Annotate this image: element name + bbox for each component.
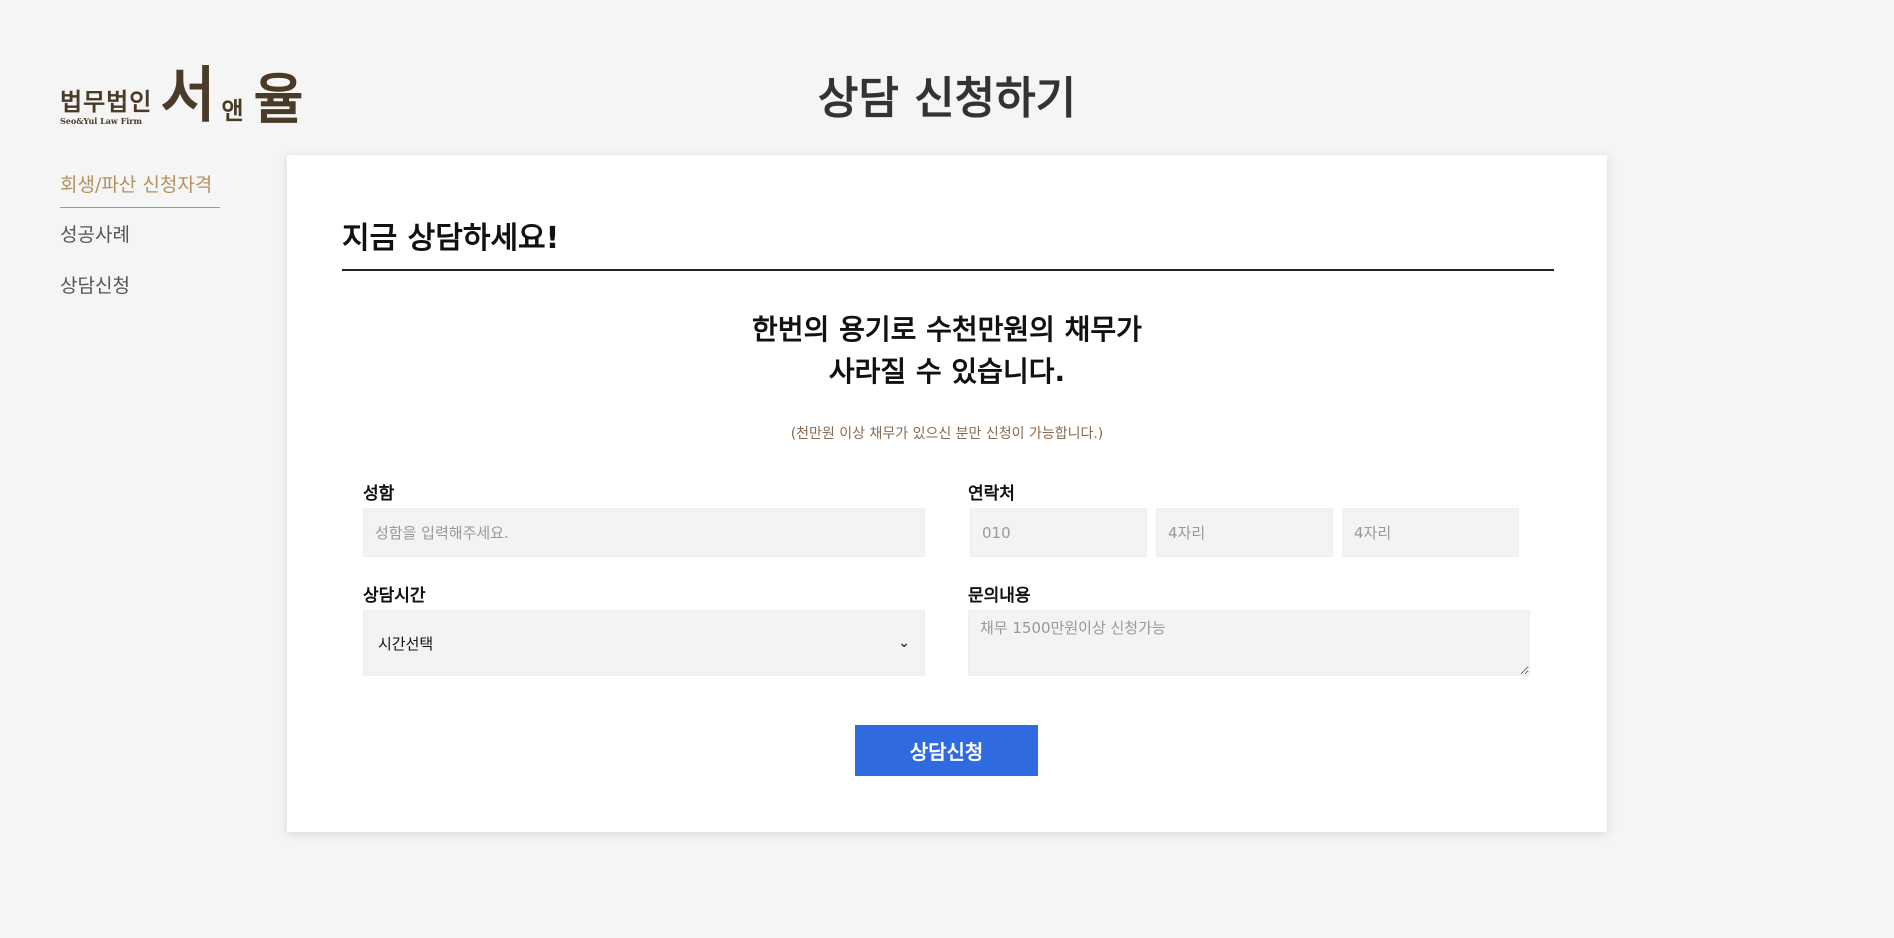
- chevron-down-icon: ⌄: [898, 635, 910, 651]
- nav-item-consultation[interactable]: 상담신청: [60, 271, 220, 322]
- page-title: 상담 신청하기: [817, 73, 1077, 124]
- name-input[interactable]: [363, 508, 925, 557]
- lead-line-2: 사라질 수 있습니다.: [828, 355, 1066, 388]
- inquiry-label: 문의내용: [968, 586, 1031, 606]
- submit-consultation-button[interactable]: 상담신청: [855, 725, 1038, 776]
- contact-label: 연락처: [968, 484, 1015, 504]
- eligibility-note: (천만원 이상 채무가 있으신 분만 신청이 가능합니다.): [790, 426, 1104, 442]
- lead-line-1: 한번의 용기로 수천만원의 채무가: [752, 313, 1142, 346]
- phone-middle-input[interactable]: [1156, 508, 1333, 557]
- inquiry-textarea[interactable]: [968, 610, 1530, 676]
- time-select-value: 시간선택: [378, 634, 434, 653]
- name-label: 성함: [363, 484, 395, 504]
- lead-text: 한번의 용기로 수천만원의 채무가 사라질 수 있습니다.: [287, 309, 1607, 393]
- time-select[interactable]: 시간선택 ⌄: [363, 610, 925, 676]
- form-heading: 지금 상담하세요!: [342, 213, 1554, 271]
- nav-item-eligibility[interactable]: 회생/파산 신청자격: [60, 170, 220, 208]
- phone-last-input[interactable]: [1342, 508, 1519, 557]
- sidebar-nav: 회생/파산 신청자격 성공사례 상담신청: [60, 170, 220, 322]
- time-label: 상담시간: [363, 586, 426, 606]
- nav-item-success-cases[interactable]: 성공사례: [60, 220, 220, 271]
- consultation-form-card: 지금 상담하세요! 한번의 용기로 수천만원의 채무가 사라질 수 있습니다. …: [287, 155, 1607, 832]
- phone-prefix-input[interactable]: [970, 508, 1147, 557]
